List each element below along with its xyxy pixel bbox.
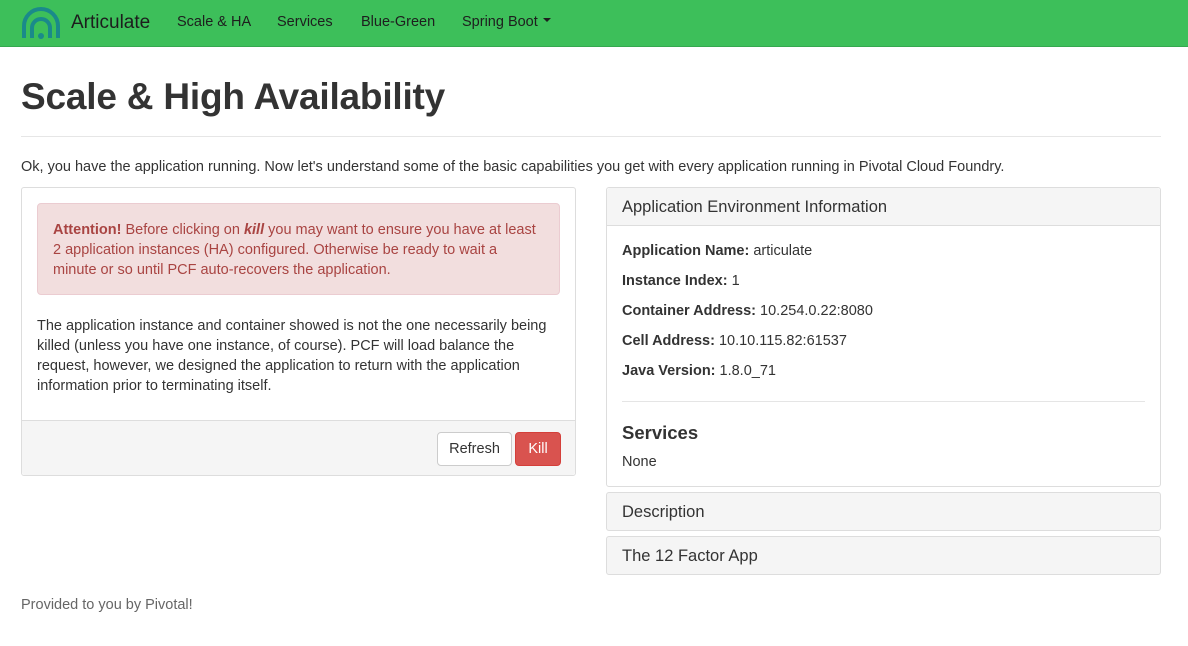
env-label: Container Address: [622,303,757,319]
env-label: Instance Index: [622,273,728,289]
env-value: 1 [727,273,740,289]
env-row-instance-index: Instance Index: 1 [622,273,740,289]
kill-button[interactable]: Kill [515,432,561,466]
footer-text: Provided to you by Pivotal! [21,597,193,613]
services-value: None [622,454,657,470]
attention-alert: Attention! Before clicking on kill you m… [37,203,560,295]
env-value: 1.8.0_71 [715,363,776,379]
env-value: articulate [749,243,813,259]
caret-down-icon [542,18,551,23]
kill-explanation: The application instance and container s… [37,318,547,394]
nav-scale-ha[interactable]: Scale & HA [177,14,251,30]
twelve-factor-panel[interactable]: The 12 Factor App [606,536,1161,575]
kill-panel: Attention! Before clicking on kill you m… [21,187,576,476]
env-row-app-name: Application Name: articulate [622,243,812,259]
nav-spring-boot-dropdown[interactable]: Spring Boot [462,14,551,30]
services-title: Services [622,422,699,443]
nav-services[interactable]: Services [277,14,333,30]
brand-name: Articulate [71,12,151,33]
alert-strong: Attention! [53,222,122,238]
pivotal-rings-logo-icon [22,7,60,39]
top-navbar: Articulate Scale & HA Services Blue-Gree… [0,0,1188,47]
title-divider [21,136,1161,137]
env-value: 10.254.0.22:8080 [756,303,873,319]
env-row-java-version: Java Version: 1.8.0_71 [622,363,776,379]
intro-text: Ok, you have the application running. No… [21,159,1005,175]
description-panel[interactable]: Description [606,492,1161,531]
env-value: 10.10.115.82:61537 [714,333,847,349]
nav-spring-boot-label: Spring Boot [462,14,538,30]
alert-before: Before clicking on [121,222,244,238]
env-label: Cell Address: [622,333,715,349]
env-divider [622,401,1145,402]
nav-blue-green[interactable]: Blue-Green [361,14,435,30]
kill-panel-footer: Refresh Kill [22,420,575,475]
environment-panel: Application Environment Information Appl… [606,187,1161,487]
env-label: Application Name: [622,243,750,259]
env-row-cell-address: Cell Address: 10.10.115.82:61537 [622,333,847,349]
page-title: Scale & High Availability [21,76,446,117]
env-label: Java Version: [622,363,716,379]
brand-link[interactable]: Articulate [20,3,150,43]
environment-panel-heading: Application Environment Information [607,188,1160,226]
twelve-factor-heading: The 12 Factor App [622,547,758,565]
description-heading: Description [622,503,705,521]
env-row-container-address: Container Address: 10.254.0.22:8080 [622,303,873,319]
alert-kill-em: kill [243,222,265,238]
refresh-button[interactable]: Refresh [437,432,512,466]
